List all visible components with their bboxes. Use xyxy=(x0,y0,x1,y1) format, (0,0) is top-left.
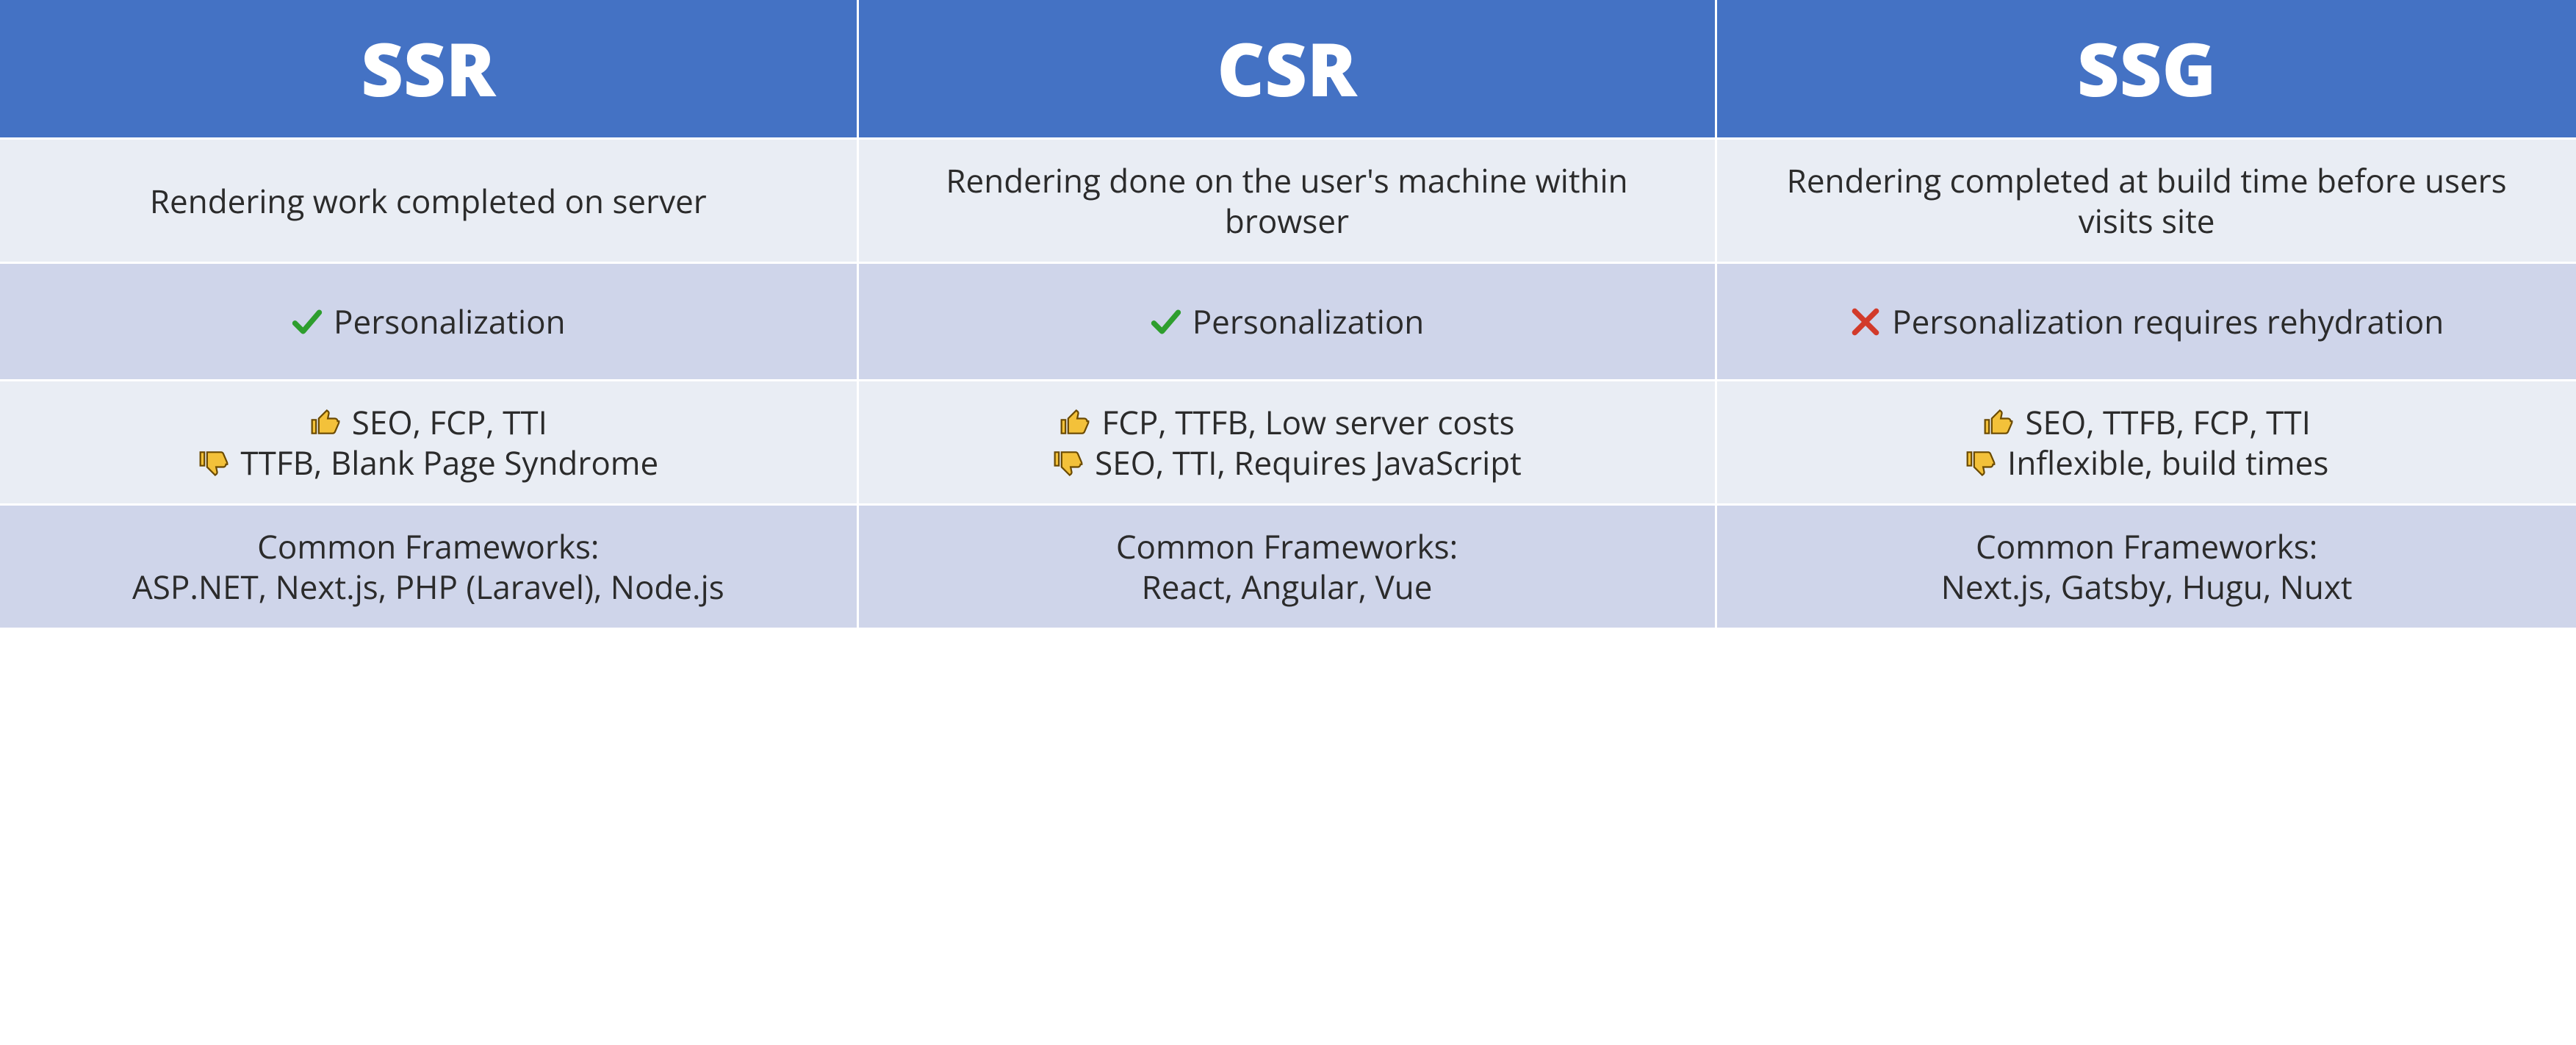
pro-text: FCP, TTFB, Low server costs xyxy=(1101,402,1514,442)
header-title: SSG xyxy=(2077,23,2216,115)
thumbs-up-icon xyxy=(1982,406,2015,439)
description-text: Rendering completed at build time before… xyxy=(1746,160,2547,241)
con-text: SEO, TTI, Requires JavaScript xyxy=(1095,442,1522,483)
description-text: Rendering work completed on server xyxy=(150,181,707,221)
cross-icon xyxy=(1849,306,1882,338)
personalization-text: Personalization xyxy=(334,301,566,342)
thumbs-down-icon xyxy=(198,447,230,479)
pro-text: SEO, FCP, TTI xyxy=(352,402,547,442)
frameworks-label: Common Frameworks: xyxy=(1976,526,2317,567)
con-text: Inflexible, build times xyxy=(2007,442,2328,483)
description-csr: Rendering done on the user's machine wit… xyxy=(859,140,1718,264)
comparison-table: SSR CSR SSG Rendering work completed on … xyxy=(0,0,2576,630)
personalization-ssr: Personalization xyxy=(0,264,859,381)
header-ssg: SSG xyxy=(1717,0,2576,140)
frameworks-ssr: Common Frameworks: ASP.NET, Next.js, PHP… xyxy=(0,506,859,630)
header-title: SSR xyxy=(361,23,495,115)
description-ssr: Rendering work completed on server xyxy=(0,140,859,264)
header-title: CSR xyxy=(1217,23,1356,115)
proscons-csr: FCP, TTFB, Low server costs SEO, TTI, Re… xyxy=(859,381,1718,506)
proscons-ssg: SEO, TTFB, FCP, TTI Inflexible, build ti… xyxy=(1717,381,2576,506)
frameworks-list: Next.js, Gatsby, Hugu, Nuxt xyxy=(1941,567,2353,607)
personalization-ssg: Personalization requires rehydration xyxy=(1717,264,2576,381)
thumbs-up-icon xyxy=(309,406,342,439)
personalization-text: Personalization requires rehydration xyxy=(1892,301,2444,342)
frameworks-list: React, Angular, Vue xyxy=(1142,567,1433,607)
frameworks-label: Common Frameworks: xyxy=(1116,526,1458,567)
pro-text: SEO, TTFB, FCP, TTI xyxy=(2025,402,2311,442)
frameworks-csr: Common Frameworks: React, Angular, Vue xyxy=(859,506,1718,630)
personalization-text: Personalization xyxy=(1192,301,1425,342)
description-text: Rendering done on the user's machine wit… xyxy=(888,160,1686,241)
header-ssr: SSR xyxy=(0,0,859,140)
thumbs-down-icon xyxy=(1052,447,1084,479)
thumbs-up-icon xyxy=(1059,406,1091,439)
proscons-ssr: SEO, FCP, TTI TTFB, Blank Page Syndrome xyxy=(0,381,859,506)
header-csr: CSR xyxy=(859,0,1718,140)
description-ssg: Rendering completed at build time before… xyxy=(1717,140,2576,264)
frameworks-label: Common Frameworks: xyxy=(257,526,599,567)
frameworks-list: ASP.NET, Next.js, PHP (Laravel), Node.js xyxy=(132,567,724,607)
thumbs-down-icon xyxy=(1965,447,1997,479)
personalization-csr: Personalization xyxy=(859,264,1718,381)
check-icon xyxy=(1150,306,1182,338)
check-icon xyxy=(291,306,323,338)
frameworks-ssg: Common Frameworks: Next.js, Gatsby, Hugu… xyxy=(1717,506,2576,630)
con-text: TTFB, Blank Page Syndrome xyxy=(240,442,658,483)
